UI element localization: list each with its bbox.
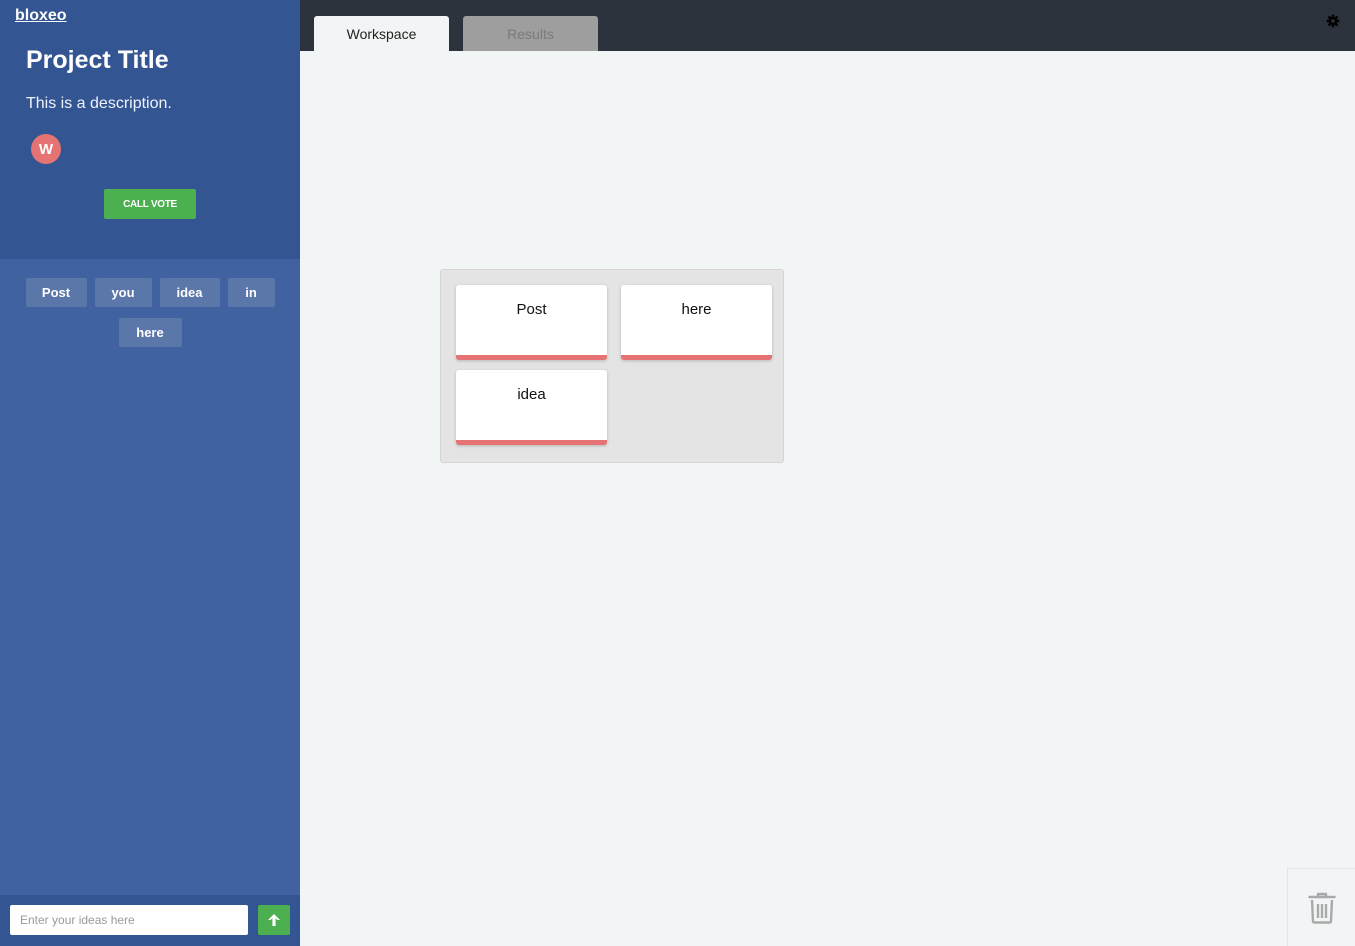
tab-workspace[interactable]: Workspace xyxy=(314,16,449,51)
arrow-up-icon xyxy=(268,914,280,926)
trash-drop-zone[interactable] xyxy=(1287,868,1355,946)
app-root: bloxeo Project Title This is a descripti… xyxy=(0,0,1355,946)
project-description: This is a description. xyxy=(26,95,172,112)
idea-card[interactable]: here xyxy=(621,285,772,360)
project-info-panel: bloxeo Project Title This is a descripti… xyxy=(0,0,300,259)
member-avatar[interactable]: W xyxy=(31,134,61,164)
idea-chip[interactable]: here xyxy=(118,318,182,347)
submit-idea-button[interactable] xyxy=(258,905,290,935)
idea-input[interactable] xyxy=(10,905,248,935)
top-bar: Workspace Results xyxy=(300,0,1355,51)
idea-card-text: idea xyxy=(517,386,546,403)
idea-chip-list: Post you idea in here xyxy=(20,278,280,347)
sidebar: bloxeo Project Title This is a descripti… xyxy=(0,0,300,946)
idea-chip[interactable]: you xyxy=(94,278,152,307)
idea-card[interactable]: Post xyxy=(456,285,607,360)
idea-chip[interactable]: idea xyxy=(159,278,220,307)
tab-results[interactable]: Results xyxy=(463,16,598,51)
idea-chip[interactable]: Post xyxy=(25,278,87,307)
workspace-canvas[interactable] xyxy=(300,51,1355,946)
idea-card-text: here xyxy=(681,301,712,318)
idea-card[interactable]: idea xyxy=(456,370,607,445)
gear-icon[interactable] xyxy=(1326,14,1340,28)
call-vote-button[interactable]: CALL VOTE xyxy=(104,189,196,219)
brand-logo-link[interactable]: bloxeo xyxy=(15,7,67,25)
idea-chip[interactable]: in xyxy=(227,278,275,307)
idea-card-text: Post xyxy=(516,301,547,318)
project-title: Project Title xyxy=(26,46,169,74)
trash-icon xyxy=(1307,892,1336,924)
